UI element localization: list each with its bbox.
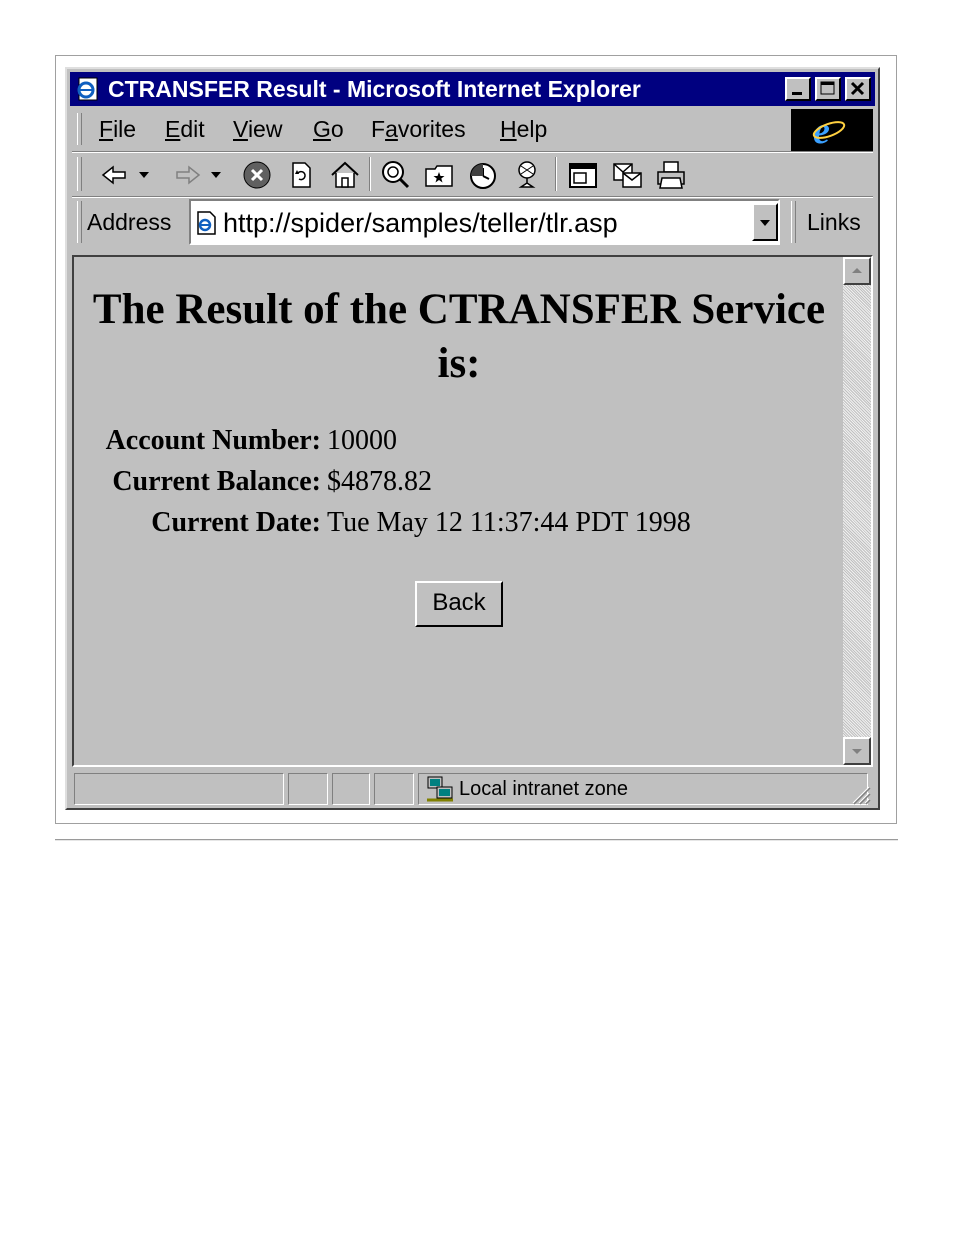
chevron-down-icon (760, 220, 770, 226)
search-icon[interactable] (379, 159, 411, 191)
ie-page-icon (77, 77, 98, 101)
page-title: The Result of the CTRANSFER Service is: (92, 286, 826, 387)
refresh-icon[interactable] (285, 159, 317, 191)
vertical-scrollbar[interactable] (843, 257, 871, 765)
intranet-zone-icon (427, 776, 453, 802)
status-pane (288, 773, 328, 805)
maximize-button[interactable] (815, 77, 841, 101)
forward-arrow-icon[interactable] (171, 159, 229, 191)
maximize-icon (820, 81, 835, 95)
page-icon (197, 211, 216, 235)
field-label: Current Date: (151, 507, 321, 538)
menu-go[interactable]: Go (313, 115, 344, 143)
browser-window: CTRANSFER Result - Microsoft Internet Ex… (65, 67, 880, 810)
toolbar-separator (369, 157, 371, 191)
channels-icon[interactable] (511, 159, 543, 191)
toolbar-address-divider (72, 196, 873, 198)
address-input[interactable]: http://spider/samples/teller/tlr.asp (189, 199, 780, 245)
address-label: Address (87, 209, 172, 235)
status-text-pane (74, 773, 284, 805)
favorites-icon[interactable] (423, 159, 455, 191)
status-pane (374, 773, 414, 805)
menu-view[interactable]: View (233, 115, 282, 143)
links-grip[interactable] (791, 201, 796, 243)
minimize-button[interactable] (785, 77, 811, 101)
resize-grip-icon[interactable] (847, 781, 871, 805)
chevron-up-icon (852, 268, 862, 273)
standard-toolbar (75, 153, 875, 195)
print-icon[interactable] (655, 159, 687, 191)
toolbar-separator (555, 157, 557, 191)
scroll-up-button[interactable] (843, 257, 871, 285)
ie-logo-icon: e (812, 110, 846, 152)
fullscreen-icon[interactable] (567, 159, 599, 191)
field-value: $4878.82 (327, 466, 432, 497)
history-icon[interactable] (467, 159, 499, 191)
field-value: 10000 (327, 425, 397, 456)
back-button[interactable]: Back (415, 581, 503, 627)
addressbar-grip[interactable] (77, 201, 82, 243)
menubar-grip[interactable] (77, 113, 82, 145)
address-dropdown-button[interactable] (752, 203, 778, 241)
field-label: Current Balance: (112, 466, 321, 497)
back-arrow-icon[interactable] (99, 159, 157, 191)
links-button[interactable]: Links (807, 209, 861, 236)
menu-file[interactable]: File (99, 115, 136, 143)
scroll-down-button[interactable] (843, 737, 871, 765)
zone-pane[interactable]: Local intranet zone (418, 773, 868, 805)
ie-throbber-logo: e (791, 109, 873, 152)
status-pane (332, 773, 370, 805)
menu-favorites[interactable]: Favorites (371, 115, 466, 143)
home-icon[interactable] (329, 159, 361, 191)
title-bar[interactable]: CTRANSFER Result - Microsoft Internet Ex… (70, 72, 875, 106)
zone-label: Local intranet zone (459, 778, 629, 800)
address-bar: Address http://spider/samples/teller/tlr… (75, 199, 875, 249)
chevron-down-icon (852, 749, 862, 754)
close-button[interactable] (845, 77, 871, 101)
field-label: Account Number: (105, 425, 321, 456)
window-title: CTRANSFER Result - Microsoft Internet Ex… (108, 76, 641, 102)
menu-help[interactable]: Help (500, 115, 547, 143)
field-value: Tue May 12 11:37:44 PDT 1998 (327, 507, 691, 538)
menu-edit[interactable]: Edit (165, 115, 205, 143)
address-url: http://spider/samples/teller/tlr.asp (223, 208, 618, 238)
minimize-icon (792, 92, 802, 95)
close-icon (850, 81, 865, 96)
horizontal-rule (55, 839, 898, 841)
stop-icon[interactable] (241, 159, 273, 191)
status-bar: Local intranet zone (72, 771, 873, 807)
page-content: The Result of the CTRANSFER Service is: … (72, 255, 873, 767)
toolbar-grip[interactable] (77, 157, 82, 191)
menu-bar: File Edit View Go Favorites Help (75, 109, 790, 149)
mail-icon[interactable] (611, 159, 643, 191)
